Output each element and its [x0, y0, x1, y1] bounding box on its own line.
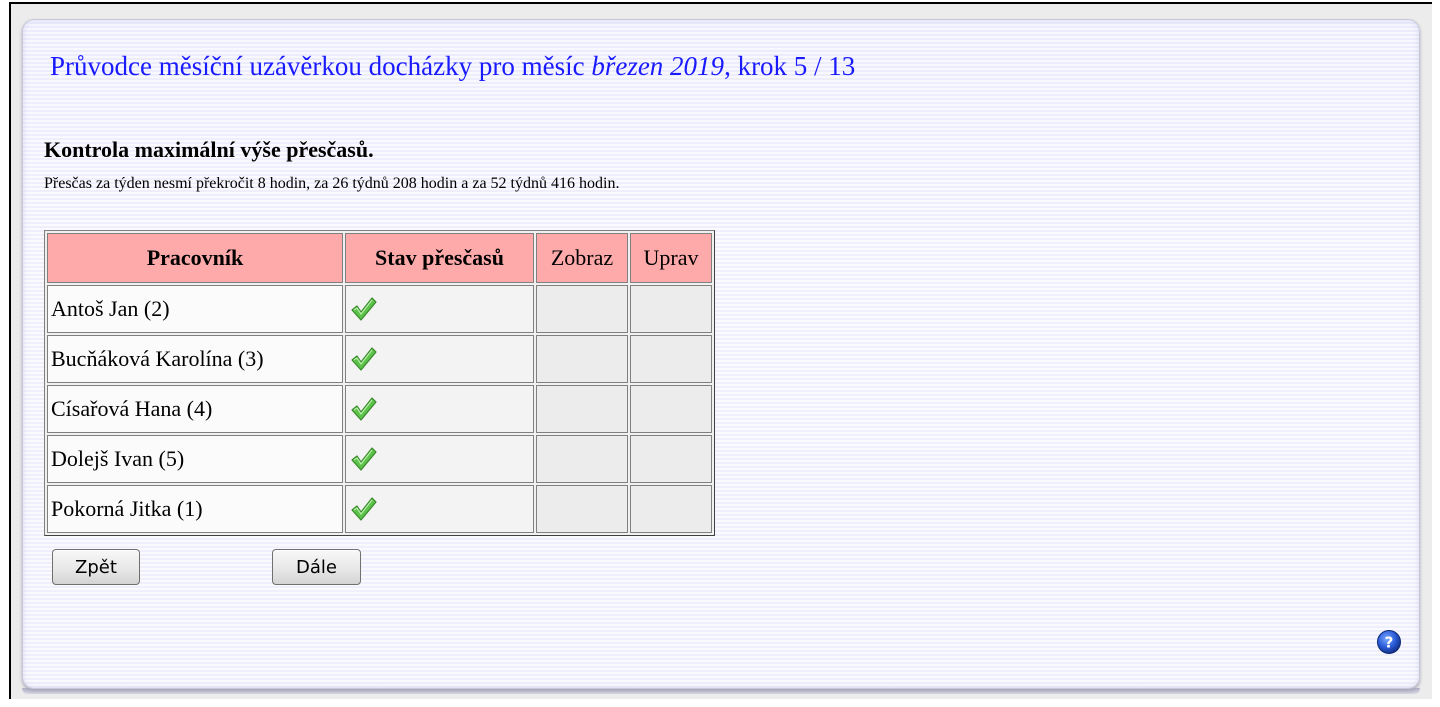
title-month: březen 2019: [591, 51, 725, 81]
overtime-table: Pracovník Stav přesčasů Zobraz Uprav Ant…: [44, 230, 715, 536]
title-step: , krok 5 / 13: [724, 51, 856, 81]
edit-cell[interactable]: [630, 435, 712, 483]
show-cell[interactable]: [536, 385, 628, 433]
section-description: Přesčas za týden nesmí překročit 8 hodin…: [44, 175, 620, 192]
edit-cell[interactable]: [630, 485, 712, 533]
table-row: Bucňáková Karolína (3): [47, 335, 712, 383]
overtime-status-cell: [345, 335, 534, 383]
edit-cell[interactable]: [630, 285, 712, 333]
employee-name-cell: Dolejš Ivan (5): [47, 435, 343, 483]
employee-name-cell: Bucňáková Karolína (3): [47, 335, 343, 383]
help-icon[interactable]: ?: [1376, 629, 1402, 655]
show-cell[interactable]: [536, 285, 628, 333]
table-row: Antoš Jan (2): [47, 285, 712, 333]
svg-text:?: ?: [1385, 634, 1394, 652]
show-cell[interactable]: [536, 435, 628, 483]
edit-cell[interactable]: [630, 335, 712, 383]
header-edit: Uprav: [630, 233, 712, 283]
check-icon: [351, 497, 377, 522]
table-row: Dolejš Ivan (5): [47, 435, 712, 483]
show-cell[interactable]: [536, 335, 628, 383]
overtime-status-cell: [345, 485, 534, 533]
table-body: Antoš Jan (2) Bucňáková Karolína (3) Císař…: [47, 285, 712, 533]
check-icon: [351, 397, 377, 422]
overtime-status-cell: [345, 435, 534, 483]
overtime-status-cell: [345, 385, 534, 433]
check-icon: [351, 347, 377, 372]
employee-name-cell: Antoš Jan (2): [47, 285, 343, 333]
header-show: Zobraz: [536, 233, 628, 283]
header-overtime-status: Stav přesčasů: [345, 233, 534, 283]
title-prefix: Průvodce měsíční uzávěrkou docházky pro …: [50, 51, 592, 81]
next-button[interactable]: Dále: [272, 549, 361, 585]
employee-name-cell: Císařová Hana (4): [47, 385, 343, 433]
back-button[interactable]: Zpět: [52, 549, 140, 585]
wizard-title: Průvodce měsíční uzávěrkou docházky pro …: [50, 51, 855, 82]
edit-cell[interactable]: [630, 385, 712, 433]
employee-name-cell: Pokorná Jitka (1): [47, 485, 343, 533]
overtime-status-cell: [345, 285, 534, 333]
check-icon: [351, 297, 377, 322]
header-employee: Pracovník: [47, 233, 343, 283]
table-row: Pokorná Jitka (1): [47, 485, 712, 533]
check-icon: [351, 447, 377, 472]
show-cell[interactable]: [536, 485, 628, 533]
table-header-row: Pracovník Stav přesčasů Zobraz Uprav: [47, 233, 712, 283]
table-row: Císařová Hana (4): [47, 385, 712, 433]
section-heading: Kontrola maximální výše přesčasů.: [44, 137, 374, 162]
